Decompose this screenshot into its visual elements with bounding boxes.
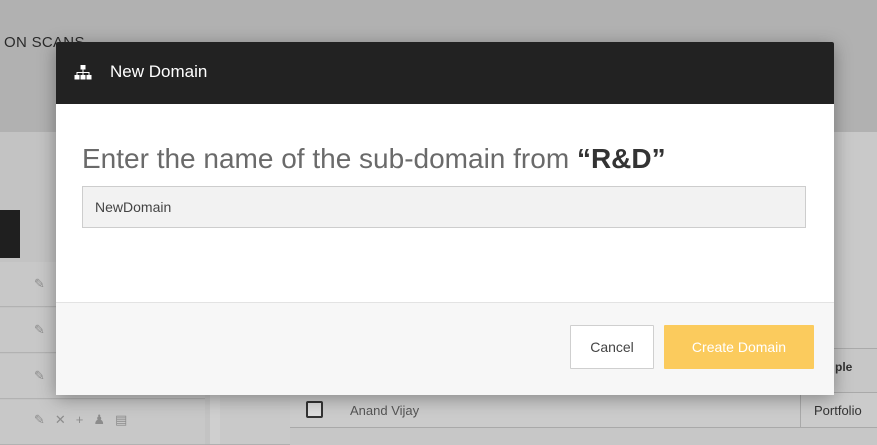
table-row: Anand Vijay Portfolio [290,392,877,428]
dialog-footer: Cancel Create Domain [56,302,834,395]
row-role: Portfolio [814,403,862,418]
cell-divider [800,393,801,427]
row-name: Anand Vijay [350,403,420,418]
parent-domain-name: “R&D” [576,143,666,174]
prompt-text: Enter the name of the sub-domain from [82,143,570,174]
background-table-header [0,210,20,258]
pencil-icon: ✎ [34,276,45,291]
cancel-button[interactable]: Cancel [570,325,654,369]
sitemap-icon [74,65,92,80]
background-left-row: ✎✕+♟▤ [0,400,205,445]
dialog-title: New Domain [110,62,208,81]
domain-name-input[interactable] [82,186,806,228]
create-domain-button[interactable]: Create Domain [664,325,814,369]
row-actions-icons: ✎✕+♟▤ [34,412,138,427]
pencil-icon: ✎ [34,368,45,383]
dialog-prompt: Enter the name of the sub-domain from “R… [82,143,666,175]
pencil-icon: ✎ [34,322,45,337]
row-checkbox [306,401,323,418]
dialog-header: New Domain [56,42,834,104]
background-column-header: ple [835,360,853,374]
new-domain-dialog: New Domain Enter the name of the sub-dom… [56,42,834,395]
